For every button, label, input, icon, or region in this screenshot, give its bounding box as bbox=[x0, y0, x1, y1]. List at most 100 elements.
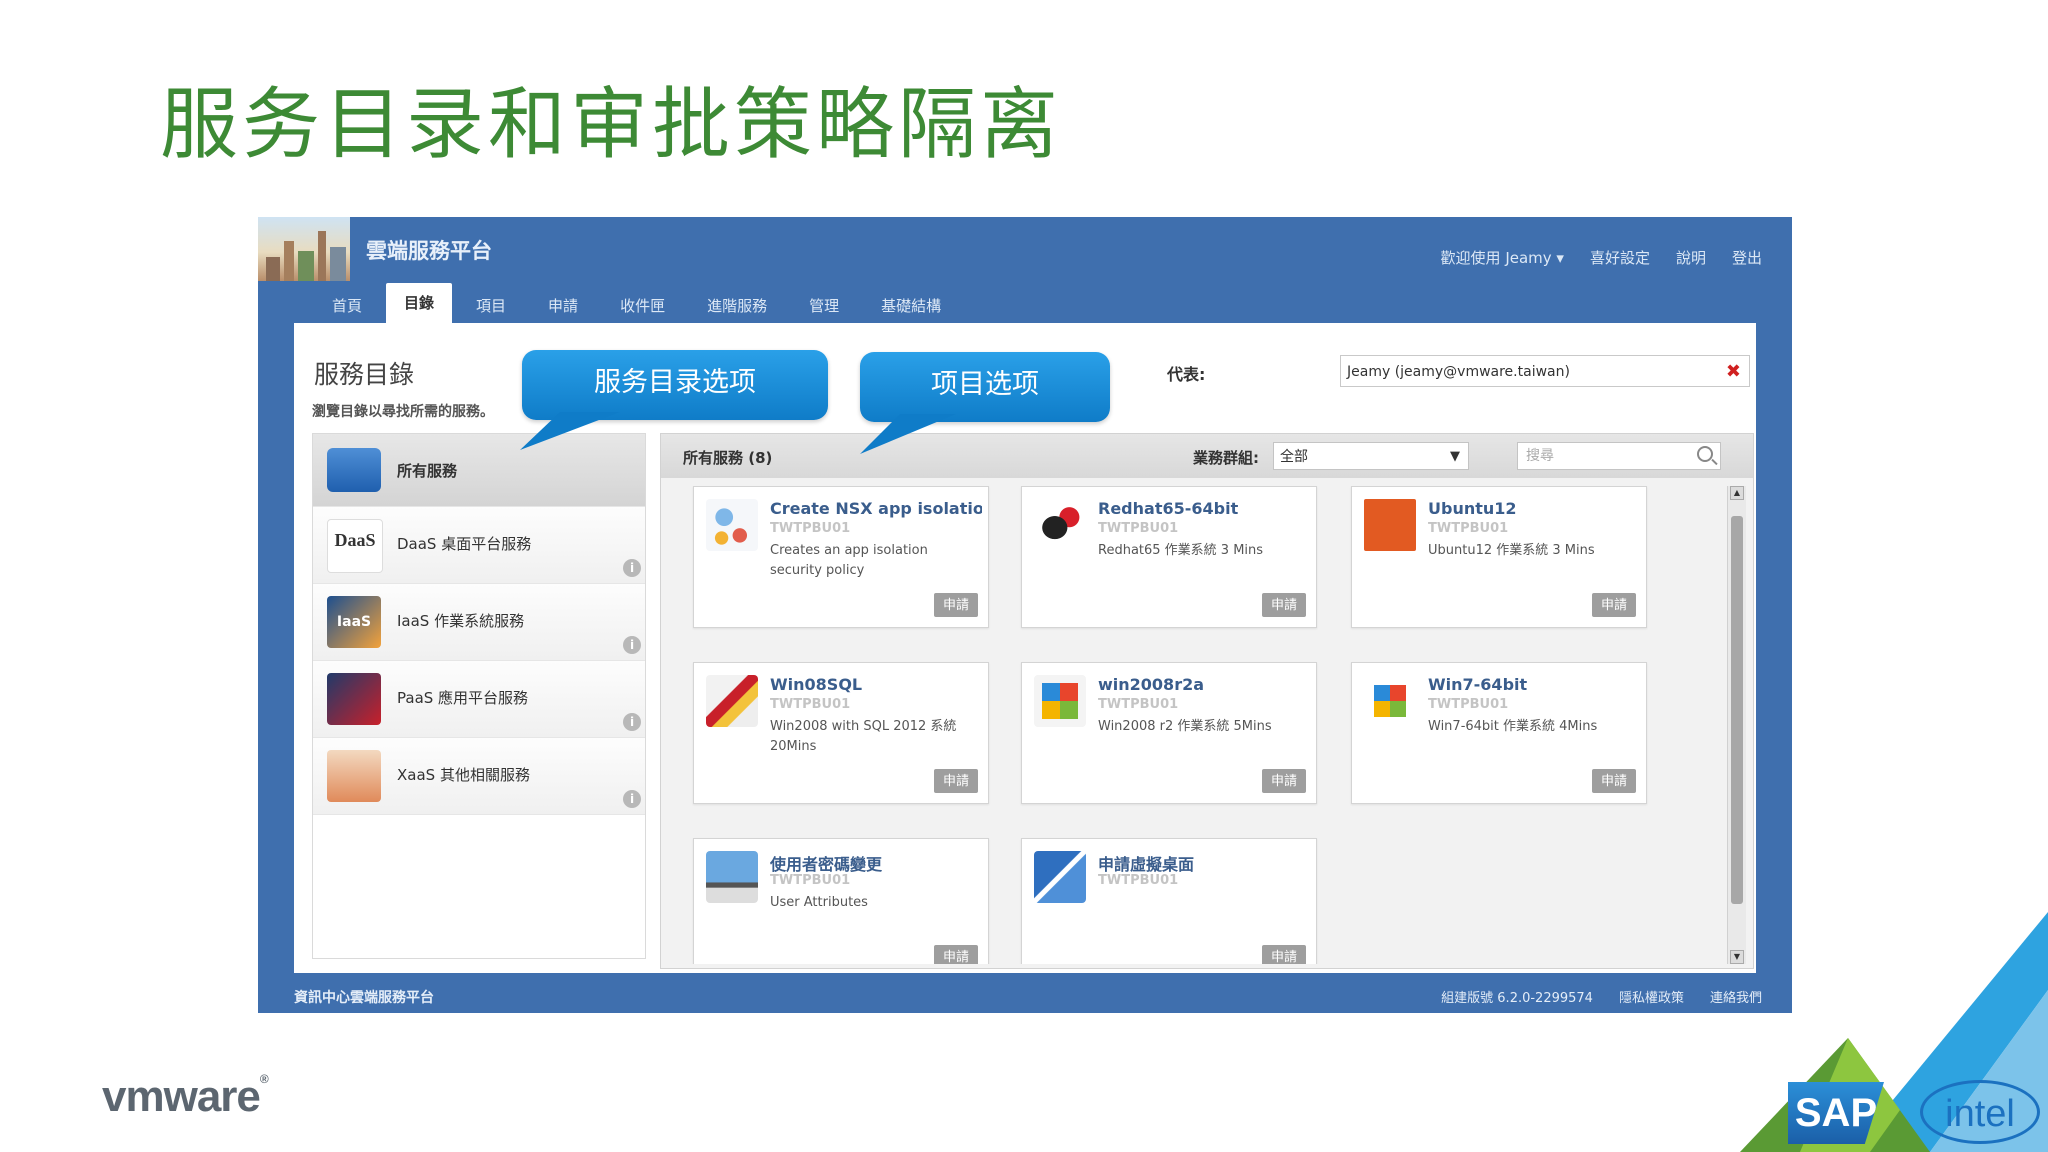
card-desc: User Attributes bbox=[770, 895, 868, 910]
tab-inbox[interactable]: 收件匣 bbox=[602, 289, 683, 323]
catalog-panel: 所有服務 (8) 業務群組: 全部 ▼ Create NSX app isola… bbox=[660, 433, 1754, 969]
redhat-icon bbox=[1034, 499, 1086, 551]
card-title[interactable]: Win08SQL bbox=[770, 675, 862, 694]
card-title[interactable]: Win7-64bit bbox=[1428, 675, 1527, 694]
daas-icon: DaaS bbox=[327, 519, 383, 573]
representing-label: 代表: bbox=[1167, 365, 1206, 384]
card-desc: Win7-64bit 作業系統 4Mins bbox=[1428, 719, 1598, 734]
card-org: TWTPBU01 bbox=[1428, 697, 1509, 712]
card-org: TWTPBU01 bbox=[1098, 697, 1179, 712]
main-nav: 首頁 目錄 項目 申請 收件匣 進階服務 管理 基礎結構 bbox=[314, 283, 965, 323]
catalog-subtitle: 瀏覽目錄以尋找所需的服務。 bbox=[312, 404, 494, 420]
card-desc: Win2008 with SQL 2012 系統 20Mins bbox=[770, 719, 957, 754]
catalog-card[interactable]: 申請虛擬桌面 TWTPBU01 申請 bbox=[1021, 838, 1317, 964]
vmware-logo: vmware® bbox=[102, 1072, 269, 1121]
callout-service-catalog: 服务目录选项 bbox=[522, 350, 828, 420]
app-window: 雲端服務平台 歡迎使用 Jeamy ▾ 喜好設定 說明 登出 首頁 目錄 項目 … bbox=[258, 217, 1792, 1013]
catalog-card[interactable]: Create NSX app isolatio... TWTPBU01 Crea… bbox=[693, 486, 989, 628]
callout-label: 项目选项 bbox=[931, 369, 1039, 400]
request-button[interactable]: 申請 bbox=[934, 769, 978, 793]
windows-server-icon bbox=[1034, 675, 1086, 727]
card-desc: Redhat65 作業系統 3 Mins bbox=[1098, 543, 1264, 558]
request-button[interactable]: 申請 bbox=[934, 593, 978, 617]
scroll-up-icon[interactable]: ▲ bbox=[1730, 486, 1744, 500]
intel-logo: intel bbox=[1920, 1080, 2040, 1144]
iaas-icon: IaaS bbox=[327, 596, 381, 648]
tab-advanced-services[interactable]: 進階服務 bbox=[689, 289, 785, 323]
sidebar-item-label: DaaS 桌面平台服務 bbox=[397, 535, 532, 553]
build-version: 組建版號 6.2.0-2299574 bbox=[1441, 991, 1593, 1006]
tab-requests[interactable]: 申請 bbox=[530, 289, 596, 323]
sidebar-item-xaas[interactable]: XaaS 其他相關服務 i bbox=[313, 738, 645, 815]
banner-image bbox=[258, 217, 350, 281]
request-button[interactable]: 申請 bbox=[934, 945, 978, 964]
representing-field[interactable]: Jeamy (jeamy@vmware.taiwan) ✖ bbox=[1340, 355, 1750, 387]
info-icon[interactable]: i bbox=[623, 713, 641, 731]
tab-admin[interactable]: 管理 bbox=[791, 289, 857, 323]
card-title[interactable]: 申請虛擬桌面 bbox=[1098, 851, 1194, 875]
callout-label: 服务目录选项 bbox=[594, 367, 756, 398]
card-org: TWTPBU01 bbox=[1428, 521, 1509, 536]
logout-link[interactable]: 登出 bbox=[1732, 247, 1762, 268]
catalog-card[interactable]: Ubuntu12 TWTPBU01 Ubuntu12 作業系統 3 Mins 申… bbox=[1351, 486, 1647, 628]
tab-home[interactable]: 首頁 bbox=[314, 289, 380, 323]
card-title[interactable]: Create NSX app isolatio... bbox=[770, 499, 982, 518]
info-icon[interactable]: i bbox=[623, 790, 641, 808]
request-button[interactable]: 申請 bbox=[1592, 769, 1636, 793]
tab-catalog[interactable]: 目錄 bbox=[386, 283, 453, 323]
catalog-heading: 服務目錄 bbox=[314, 360, 415, 389]
clear-icon[interactable]: ✖ bbox=[1726, 356, 1741, 388]
request-button[interactable]: 申請 bbox=[1262, 593, 1306, 617]
business-group-select[interactable]: 全部 ▼ bbox=[1273, 442, 1469, 470]
catalog-scrollbar[interactable]: ▲ ▼ bbox=[1727, 486, 1746, 964]
slide-title: 服务目录和审批策略隔离 bbox=[160, 80, 1063, 170]
search-icon[interactable] bbox=[1697, 446, 1713, 462]
sql-server-icon bbox=[706, 675, 758, 727]
panel-header: 所有服務 (8) 業務群組: 全部 ▼ bbox=[661, 434, 1753, 478]
catalog-card[interactable]: Win7-64bit TWTPBU01 Win7-64bit 作業系統 4Min… bbox=[1351, 662, 1647, 804]
welcome-user-menu[interactable]: 歡迎使用 Jeamy ▾ bbox=[1441, 247, 1564, 268]
request-button[interactable]: 申請 bbox=[1262, 769, 1306, 793]
top-links: 歡迎使用 Jeamy ▾ 喜好設定 說明 登出 bbox=[1441, 247, 1762, 268]
search-input[interactable] bbox=[1517, 442, 1721, 470]
preferences-link[interactable]: 喜好設定 bbox=[1590, 247, 1650, 268]
card-desc: Creates an app isolation security policy bbox=[770, 543, 928, 578]
card-title[interactable]: Redhat65-64bit bbox=[1098, 499, 1238, 518]
card-title[interactable]: Ubuntu12 bbox=[1428, 499, 1517, 518]
sidebar-item-iaas[interactable]: IaaS IaaS 作業系統服務 i bbox=[313, 584, 645, 661]
catalog-card[interactable]: Redhat65-64bit TWTPBU01 Redhat65 作業系統 3 … bbox=[1021, 486, 1317, 628]
network-policy-icon bbox=[706, 499, 758, 551]
sidebar-item-label: IaaS 作業系統服務 bbox=[397, 612, 525, 630]
tab-infrastructure[interactable]: 基礎結構 bbox=[863, 289, 959, 323]
representing-value: Jeamy (jeamy@vmware.taiwan) bbox=[1347, 364, 1570, 380]
info-icon[interactable]: i bbox=[623, 636, 641, 654]
business-group-label: 業務群組: bbox=[1193, 449, 1259, 467]
card-desc: Win2008 r2 作業系統 5Mins bbox=[1098, 719, 1272, 734]
sidebar-item-paas[interactable]: PaaS 應用平台服務 i bbox=[313, 661, 645, 738]
card-title[interactable]: win2008r2a bbox=[1098, 675, 1204, 694]
app-name: 雲端服務平台 bbox=[366, 239, 492, 263]
scroll-thumb[interactable] bbox=[1731, 516, 1743, 904]
catalog-card[interactable]: 使用者密碼變更 TWTPBU01 User Attributes 申請 bbox=[693, 838, 989, 964]
help-link[interactable]: 說明 bbox=[1676, 247, 1706, 268]
windows7-icon bbox=[1364, 675, 1416, 727]
business-group-value: 全部 bbox=[1280, 449, 1308, 465]
category-sidebar: 所有服務 DaaS DaaS 桌面平台服務 i IaaS IaaS 作業系統服務… bbox=[312, 433, 646, 959]
privacy-policy-link[interactable]: 隱私權政策 bbox=[1619, 987, 1684, 1006]
catalog-card[interactable]: win2008r2a TWTPBU01 Win2008 r2 作業系統 5Min… bbox=[1021, 662, 1317, 804]
request-button[interactable]: 申請 bbox=[1592, 593, 1636, 617]
callout-tail bbox=[520, 412, 620, 450]
card-org: TWTPBU01 bbox=[1098, 521, 1179, 536]
callout-project: 项目选项 bbox=[860, 352, 1110, 422]
tab-items[interactable]: 項目 bbox=[458, 289, 524, 323]
sidebar-item-label: 所有服務 bbox=[397, 462, 458, 480]
footer-platform-name: 資訊中心雲端服務平台 bbox=[294, 990, 434, 1006]
card-title[interactable]: 使用者密碼變更 bbox=[770, 851, 882, 875]
user-computer-icon bbox=[706, 851, 758, 903]
xaas-icon bbox=[327, 750, 381, 802]
info-icon[interactable]: i bbox=[623, 559, 641, 577]
sidebar-item-daas[interactable]: DaaS DaaS 桌面平台服務 i bbox=[313, 507, 645, 584]
catalog-card[interactable]: Win08SQL TWTPBU01 Win2008 with SQL 2012 … bbox=[693, 662, 989, 804]
request-button[interactable]: 申請 bbox=[1262, 945, 1306, 964]
card-org: TWTPBU01 bbox=[770, 873, 851, 888]
